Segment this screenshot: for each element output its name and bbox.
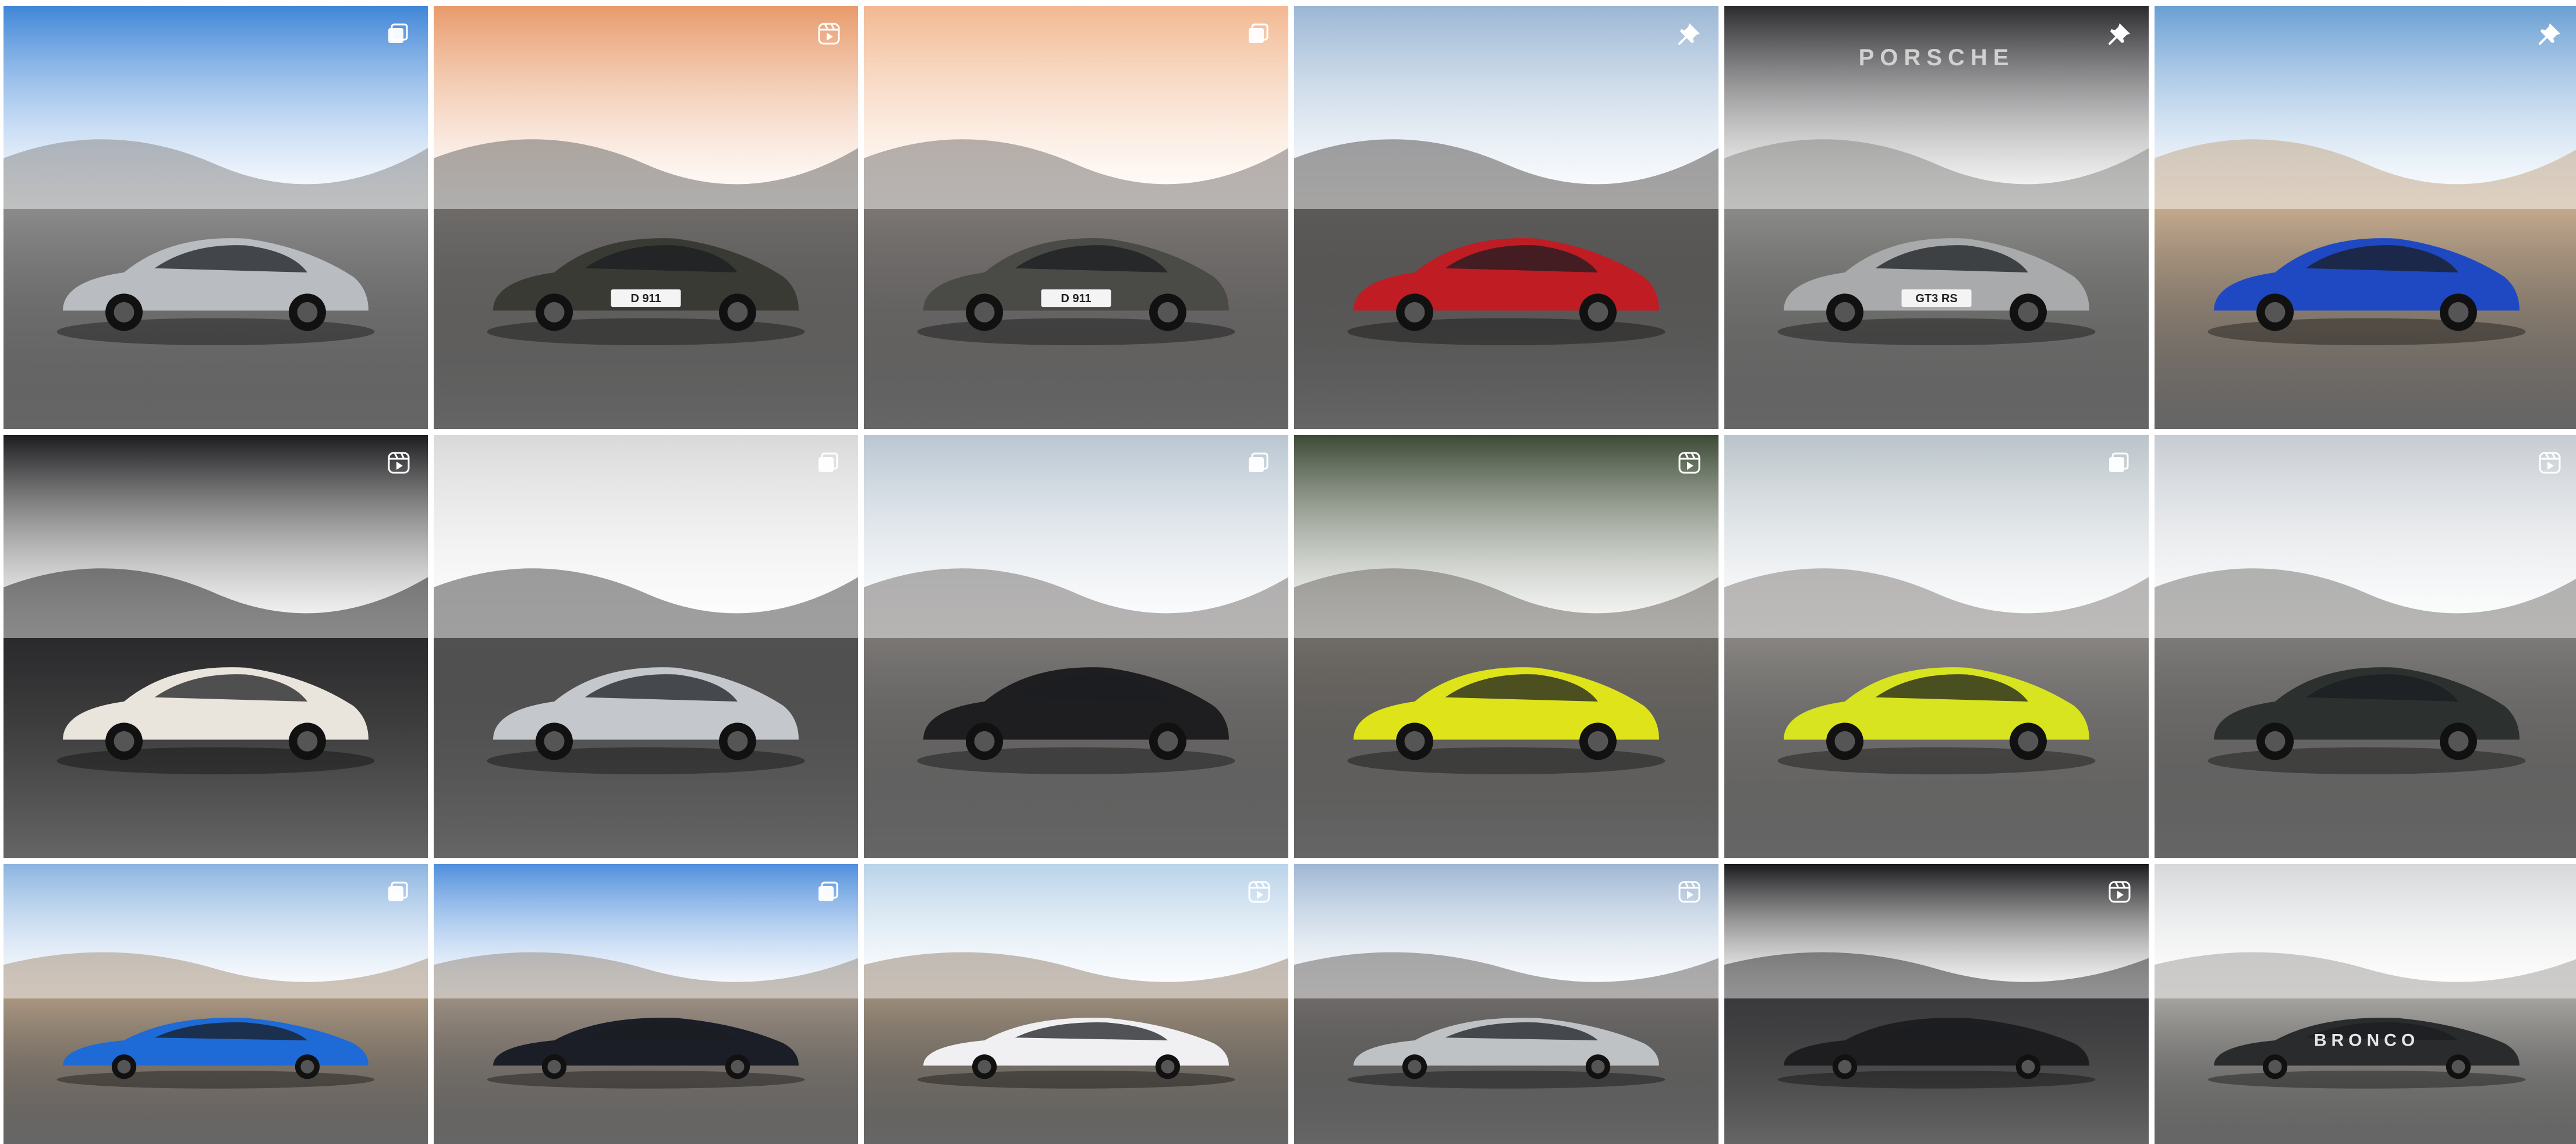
pin-icon	[2537, 21, 2563, 47]
post-tile[interactable]	[1724, 864, 2149, 1144]
license-plate-text: D 911	[630, 292, 661, 305]
post-tile[interactable]: D 911	[864, 6, 1288, 429]
carousel-icon	[386, 21, 412, 47]
post-image: D 911	[434, 6, 858, 429]
post-image	[1724, 435, 2149, 858]
post-tile[interactable]: BRONCO	[2155, 864, 2576, 1144]
reel-icon	[816, 21, 842, 47]
post-tile[interactable]	[3, 864, 428, 1144]
carousel-icon	[1246, 450, 1272, 476]
post-tile[interactable]	[864, 435, 1288, 858]
post-image	[1294, 864, 1718, 1144]
post-image	[1294, 6, 1718, 429]
carousel-icon	[816, 450, 842, 476]
post-image	[2155, 6, 2576, 429]
post-image: GT3 RS PORSCHE	[1724, 6, 2149, 429]
license-plate-text: GT3 RS	[1915, 292, 1957, 305]
post-image: BRONCO	[2155, 864, 2576, 1144]
post-tile[interactable]	[434, 435, 858, 858]
post-tile[interactable]	[1294, 435, 1718, 858]
post-image	[2155, 435, 2576, 858]
reel-icon	[2537, 450, 2563, 476]
post-tile[interactable]	[2155, 6, 2576, 429]
post-image	[864, 864, 1288, 1144]
post-image	[434, 435, 858, 858]
wing-lettering: PORSCHE	[1859, 45, 2015, 70]
post-image	[1294, 435, 1718, 858]
post-tile[interactable]	[864, 864, 1288, 1144]
posts-grid: D 911 D 911 GT3 RS PORSCHE BRONCO	[0, 0, 2576, 1144]
reel-icon	[1246, 879, 1272, 905]
post-image	[3, 864, 428, 1144]
post-tile[interactable]: D 911	[434, 6, 858, 429]
post-image	[1724, 864, 2149, 1144]
pin-icon	[2107, 21, 2132, 47]
reel-icon	[386, 450, 412, 476]
post-tile[interactable]	[1724, 435, 2149, 858]
carousel-icon	[816, 879, 842, 905]
post-tile[interactable]	[434, 864, 858, 1144]
carousel-icon	[386, 879, 412, 905]
pin-icon	[1677, 21, 1702, 47]
grille-lettering: BRONCO	[2314, 1031, 2419, 1050]
post-tile[interactable]	[1294, 6, 1718, 429]
post-image	[3, 435, 428, 858]
license-plate-text: D 911	[1061, 292, 1091, 305]
post-tile[interactable]	[1294, 864, 1718, 1144]
post-image: D 911	[864, 6, 1288, 429]
carousel-icon	[1246, 21, 1272, 47]
post-tile[interactable]	[2155, 435, 2576, 858]
reel-icon	[2107, 879, 2132, 905]
post-tile[interactable]	[3, 435, 428, 858]
post-image	[864, 435, 1288, 858]
post-image	[3, 6, 428, 429]
reel-icon	[1677, 879, 1702, 905]
post-tile[interactable]	[3, 6, 428, 429]
carousel-icon	[2107, 450, 2132, 476]
post-image	[434, 864, 858, 1144]
post-tile[interactable]: GT3 RS PORSCHE	[1724, 6, 2149, 429]
reel-icon	[1677, 450, 1702, 476]
